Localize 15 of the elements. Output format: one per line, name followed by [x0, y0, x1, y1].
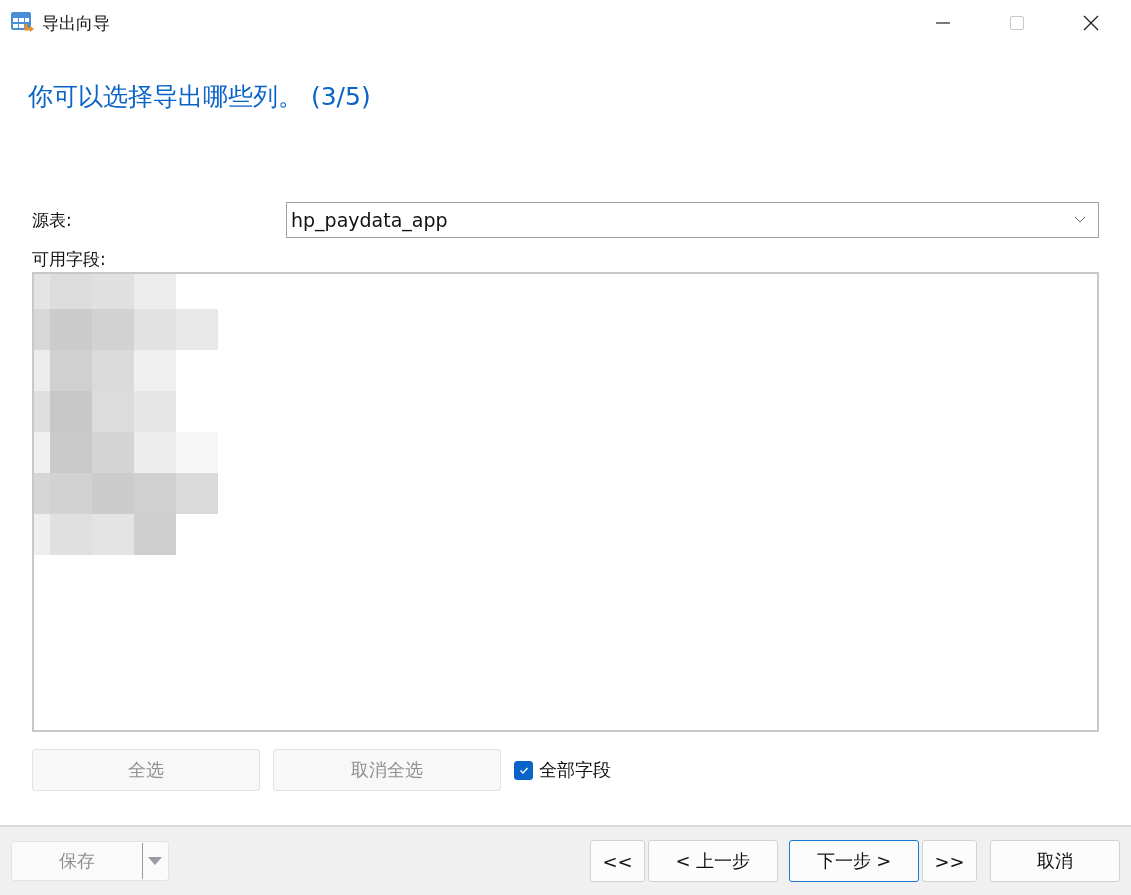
wizard-nav-button[interactable]: << — [590, 840, 645, 882]
page-heading: 你可以选择导出哪些列。 (3/5) — [28, 81, 372, 113]
cancel-button[interactable]: 取消 — [990, 840, 1120, 882]
checkbox-label: 全部字段 — [539, 758, 611, 782]
close-icon[interactable] — [1083, 15, 1099, 31]
source-dropdown[interactable]: hp_paydata_app — [286, 202, 1099, 238]
wizard-nav-button[interactable]: 下一步 > — [789, 840, 919, 882]
chevron-down-icon[interactable] — [1074, 216, 1086, 224]
checkbox[interactable] — [514, 760, 533, 780]
source-label: 源表: — [32, 208, 73, 232]
fields-label: 可用字段: — [32, 248, 106, 271]
window-title: 导出向导 — [42, 11, 110, 35]
field-list[interactable] — [32, 272, 1099, 732]
wizard-nav-button[interactable]: >> — [922, 840, 977, 882]
wizard-nav-button[interactable]: < 上一步 — [648, 840, 778, 882]
